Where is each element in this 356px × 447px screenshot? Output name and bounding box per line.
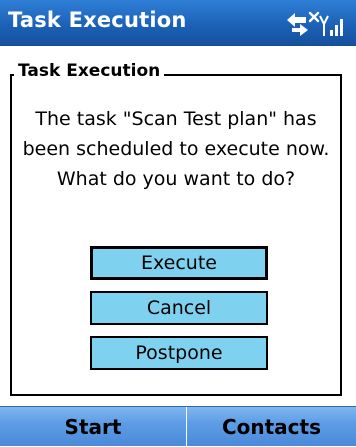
title-bar: Task Execution [0, 0, 356, 46]
window-title: Task Execution [8, 8, 187, 32]
groupbox-label: Task Execution [14, 61, 165, 81]
start-softkey[interactable]: Start [0, 407, 186, 447]
execute-button[interactable]: Execute [90, 246, 268, 280]
postpone-button[interactable]: Postpone [90, 336, 268, 370]
dialog-content: Task Execution The task "Scan Test plan"… [0, 46, 356, 406]
task-message: The task "Scan Test plan" has been sched… [22, 108, 330, 190]
cancel-button[interactable]: Cancel [90, 291, 268, 325]
status-icons [284, 10, 348, 38]
signal-strength-icon [319, 15, 343, 36]
connectivity-icon [287, 11, 320, 36]
softkey-bar: Start Contacts [0, 406, 356, 447]
contacts-softkey[interactable]: Contacts [187, 407, 356, 447]
